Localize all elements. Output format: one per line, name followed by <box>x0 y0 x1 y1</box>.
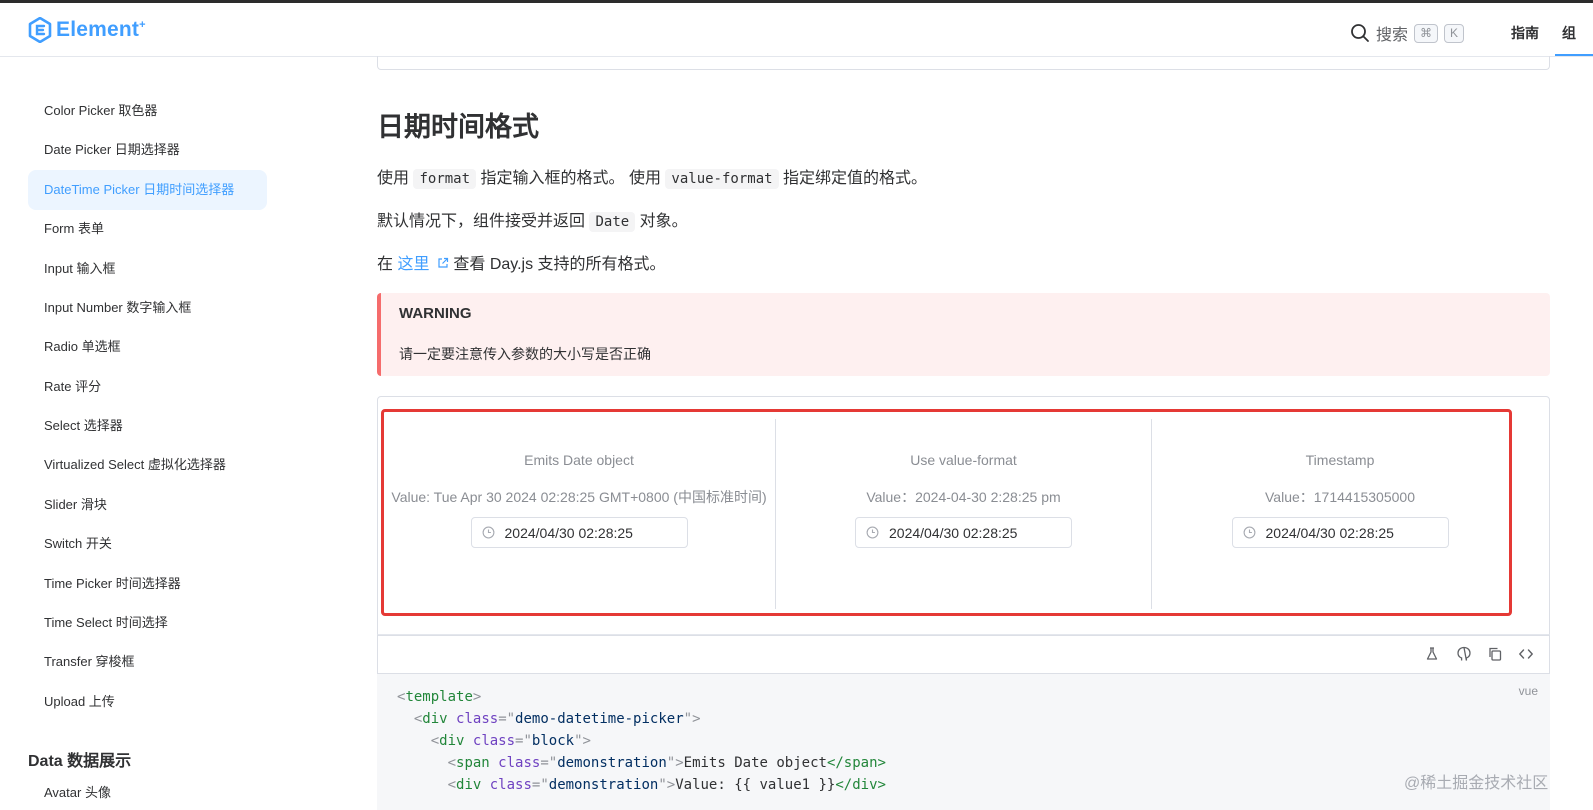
warning-title: WARNING <box>399 305 472 322</box>
search-icon <box>1351 24 1369 42</box>
sidebar-item-select[interactable]: Select 选择器 <box>28 406 267 446</box>
sidebar-item-color-picker[interactable]: Color Picker 取色器 <box>28 91 267 131</box>
view-source-icon[interactable] <box>1518 646 1534 662</box>
playground-flask-icon[interactable] <box>1424 646 1440 662</box>
search-label: 搜索 <box>1376 27 1409 44</box>
sidebar-item-radio[interactable]: Radio 单选框 <box>28 327 267 367</box>
warning-text: 请一定要注意传入参数的大小写是否正确 <box>399 346 651 362</box>
code-line: <template> <box>397 689 482 705</box>
sidebar-item-slider[interactable]: Slider 滑块 <box>28 485 267 525</box>
main-content: 日期时间格式 使用 format 指定输入框的格式。 使用 value-form… <box>377 56 1552 810</box>
sidebar-item-virtualized-select[interactable]: Virtualized Select 虚拟化选择器 <box>28 445 267 485</box>
sidebar-group-data: Data 数据展示 <box>28 753 132 770</box>
demo-toolbar <box>377 634 1550 674</box>
sidebar: Color Picker 取色器 Date Picker 日期选择器 DateT… <box>0 58 290 810</box>
warning-callout: WARNING 请一定要注意传入参数的大小写是否正确 <box>377 293 1550 376</box>
page-scrollbar[interactable] <box>1551 58 1567 810</box>
sidebar-item-rate[interactable]: Rate 评分 <box>28 367 267 407</box>
sidebar-item-time-select[interactable]: Time Select 时间选择 <box>28 603 267 643</box>
sidebar-item-upload[interactable]: Upload 上传 <box>28 682 267 722</box>
sidebar-item-transfer[interactable]: Transfer 穿梭框 <box>28 642 267 682</box>
red-highlight-annotation <box>381 409 1512 616</box>
sidebar-item-input[interactable]: Input 输入框 <box>28 249 267 289</box>
inline-code-value-format: value-format <box>665 169 779 189</box>
sidebar-item-date-picker[interactable]: Date Picker 日期选择器 <box>28 130 267 170</box>
code-line: <div class="block"> <box>430 733 591 749</box>
paragraph-default: 默认情况下，组件接受并返回 Date 对象。 <box>377 212 688 232</box>
kbd-cmd: ⌘ <box>1414 23 1439 43</box>
code-line: <span class="demonstration">Emits Date o… <box>447 755 886 771</box>
top-navbar: Element+ 搜索 ⌘ K 指南 组 <box>0 0 1593 57</box>
watermark: @稀土掘金技术社区 <box>1404 775 1549 792</box>
kbd-k: K <box>1444 23 1465 43</box>
element-logo[interactable]: Element+ <box>28 17 146 43</box>
nav-component-link[interactable]: 组 <box>1562 23 1576 43</box>
logo-text: Element+ <box>56 18 146 41</box>
inline-code-date: Date <box>589 212 636 232</box>
sidebar-item-avatar[interactable]: Avatar 头像 <box>28 773 267 810</box>
sidebar-item-switch[interactable]: Switch 开关 <box>28 524 267 564</box>
search-button[interactable]: 搜索 ⌘ K <box>1350 21 1465 45</box>
sidebar-item-datetime-picker[interactable]: DateTime Picker 日期时间选择器 <box>28 170 267 210</box>
code-line: <div class="demonstration">Value: {{ val… <box>447 777 886 793</box>
paragraph-format: 使用 format 指定输入框的格式。 使用 value-format 指定绑定… <box>377 169 928 189</box>
paragraph-dayjs: 在 这里 查看 Day.js 支持的所有格式。 <box>377 256 666 273</box>
copy-icon[interactable] <box>1487 646 1503 662</box>
code-line: <div class="demo-datetime-picker"> <box>413 711 701 727</box>
github-icon[interactable] <box>1456 646 1472 662</box>
code-language-label: vue <box>1518 684 1538 698</box>
page-section-heading: 日期时间格式 <box>377 112 539 142</box>
sidebar-item-form[interactable]: Form 表单 <box>28 209 267 249</box>
demo-preview: Emits Date object Value: Tue Apr 30 2024… <box>377 396 1550 636</box>
external-link-icon <box>438 257 449 268</box>
code-block: vue <template> <div class="demo-datetime… <box>377 674 1550 810</box>
sidebar-item-time-picker[interactable]: Time Picker 时间选择器 <box>28 564 267 604</box>
dayjs-format-link[interactable]: 这里 <box>397 256 453 273</box>
element-logo-icon <box>28 17 52 43</box>
code-lines: <template> <div class="demo-datetime-pic… <box>397 686 1530 796</box>
previous-demo-box <box>377 56 1550 70</box>
nav-guide-link[interactable]: 指南 <box>1511 23 1539 43</box>
inline-code-format: format <box>413 169 477 189</box>
sidebar-item-input-number[interactable]: Input Number 数字输入框 <box>28 288 267 328</box>
nav-active-indicator <box>1555 54 1593 56</box>
